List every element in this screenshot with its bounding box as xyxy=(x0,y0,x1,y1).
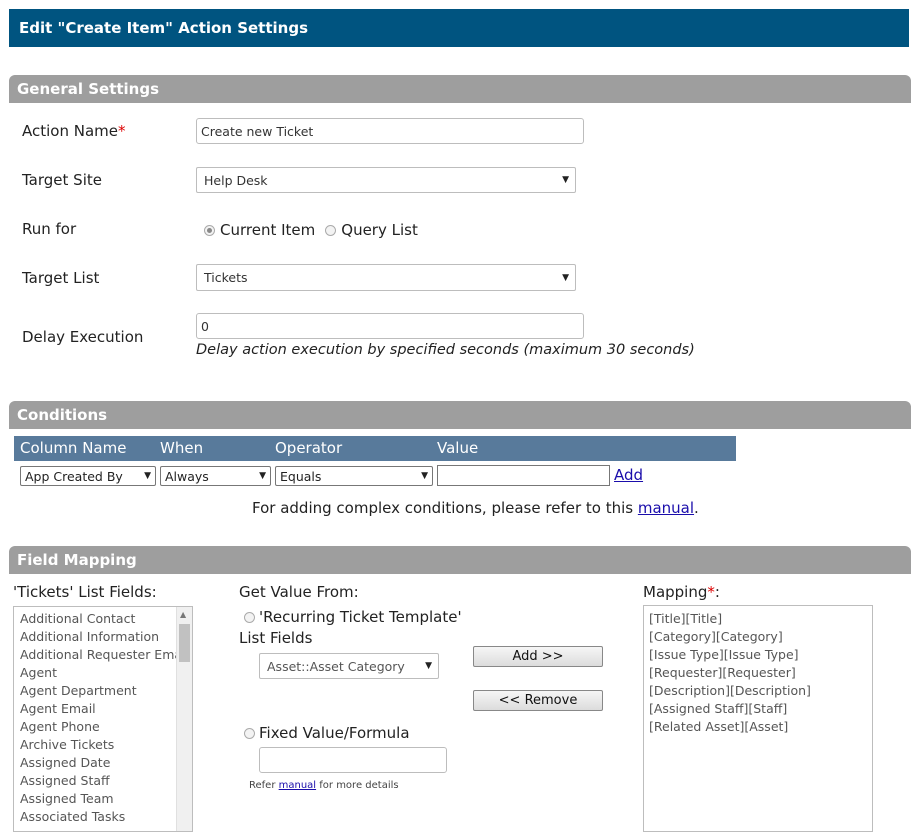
condition-operator-value: Equals xyxy=(280,468,322,484)
refer-manual-link[interactable]: manual xyxy=(279,780,316,791)
list-field-item[interactable]: Agent Phone xyxy=(14,718,177,736)
remove-mapping-button[interactable]: << Remove xyxy=(473,690,603,711)
conditions-manual-link[interactable]: manual xyxy=(638,499,694,517)
fixed-value-input[interactable] xyxy=(259,747,447,773)
run-for-query-list-radio[interactable] xyxy=(325,224,337,236)
scroll-thumb[interactable] xyxy=(179,624,190,662)
delay-execution-hint: Delay action execution by specified seco… xyxy=(196,342,695,358)
source-field-value: Asset::Asset Category xyxy=(267,658,405,674)
get-value-from-label: Get Value From: xyxy=(239,583,359,601)
run-for-current-item-label: Current Item xyxy=(220,221,316,239)
mapping-item[interactable]: [Related Asset][Asset] xyxy=(644,718,872,736)
list-field-item[interactable]: Additional Contact xyxy=(14,610,177,628)
source-list-fields-radio[interactable] xyxy=(244,611,255,623)
scroll-up-icon[interactable]: ▲ xyxy=(180,610,186,619)
mapping-item[interactable]: [Title][Title] xyxy=(644,610,872,628)
chevron-down-icon: ▼ xyxy=(421,471,428,481)
value-header: Value xyxy=(437,439,479,457)
list-field-item[interactable]: Agent Email xyxy=(14,700,177,718)
condition-column-select[interactable]: App Created By ▼ xyxy=(20,466,156,486)
chevron-down-icon: ▼ xyxy=(144,471,151,481)
list-fields-label: 'Tickets' List Fields: xyxy=(13,583,157,601)
run-for-current-item-radio[interactable] xyxy=(204,224,215,236)
list-fields-listbox[interactable]: Additional Contact Additional Information… xyxy=(13,606,193,832)
mapping-listbox[interactable]: [Title][Title] [Category][Category] [Issue… xyxy=(643,605,873,832)
list-fields-scrollbar[interactable]: ▲ xyxy=(176,607,192,831)
condition-operator-select[interactable]: Equals ▼ xyxy=(275,466,433,486)
mapping-item[interactable]: [Category][Category] xyxy=(644,628,872,646)
mapping-item[interactable]: [Assigned Staff][Staff] xyxy=(644,700,872,718)
operator-header: Operator xyxy=(275,439,343,457)
target-list-label: Target List xyxy=(22,269,100,287)
mapping-item[interactable]: [Issue Type][Issue Type] xyxy=(644,646,872,664)
list-field-item[interactable]: Agent Department xyxy=(14,682,177,700)
target-list-select[interactable]: Tickets ▼ xyxy=(196,264,576,291)
condition-when-value: Always xyxy=(165,468,209,484)
source-list-fields-label: 'Recurring Ticket Template' xyxy=(259,608,462,626)
conditions-note-suffix: . xyxy=(694,499,699,517)
conditions-note-text: For adding complex conditions, please re… xyxy=(252,499,634,517)
source-fixed-value-option: Fixed Value/Formula xyxy=(244,724,410,742)
required-mark: * xyxy=(118,122,126,140)
list-field-item[interactable]: Assigned Date xyxy=(14,754,177,772)
chevron-down-icon: ▼ xyxy=(425,661,432,671)
general-settings-header: General Settings xyxy=(9,75,911,103)
run-for-options: Current Item Query List xyxy=(204,221,418,239)
source-field-select[interactable]: Asset::Asset Category ▼ xyxy=(259,653,439,679)
conditions-table-header: Column Name When Operator Value xyxy=(14,436,736,461)
list-field-item[interactable]: Associated Tasks xyxy=(14,808,177,826)
list-field-item[interactable]: Additional Requester Email xyxy=(14,646,177,664)
mapping-item[interactable]: [Description][Description] xyxy=(644,682,872,700)
target-site-label: Target Site xyxy=(22,171,102,189)
conditions-header: Conditions xyxy=(9,401,911,429)
target-site-select[interactable]: Help Desk ▼ xyxy=(196,167,576,193)
conditions-note: For adding complex conditions, please re… xyxy=(252,499,699,517)
source-fixed-value-radio[interactable] xyxy=(244,727,255,739)
when-header: When xyxy=(160,439,204,457)
chevron-down-icon: ▼ xyxy=(259,471,266,481)
source-list-fields-option: 'Recurring Ticket Template' xyxy=(244,608,462,626)
mapping-label: Mapping*: xyxy=(643,583,720,601)
condition-column-value: App Created By xyxy=(25,468,123,484)
list-field-item[interactable]: Assigned Team xyxy=(14,790,177,808)
action-name-label: Action Name* xyxy=(22,122,126,140)
required-mark: * xyxy=(707,583,715,601)
run-for-label: Run for xyxy=(22,220,77,238)
add-condition-link[interactable]: Add xyxy=(614,466,643,484)
mapping-item[interactable]: [Requester][Requester] xyxy=(644,664,872,682)
run-for-query-list-label: Query List xyxy=(341,221,418,239)
delay-execution-label: Delay Execution xyxy=(22,328,144,346)
condition-when-select[interactable]: Always ▼ xyxy=(160,466,271,486)
chevron-down-icon: ▼ xyxy=(562,272,569,283)
target-site-value: Help Desk xyxy=(204,172,268,188)
list-field-item[interactable]: Archive Tickets xyxy=(14,736,177,754)
condition-value-input[interactable] xyxy=(437,465,610,486)
field-mapping-header: Field Mapping xyxy=(9,546,911,574)
delay-execution-input[interactable]: 0 xyxy=(196,313,584,339)
column-name-header: Column Name xyxy=(20,439,127,457)
refer-suffix: for more details xyxy=(319,780,399,791)
list-field-item[interactable]: Assigned Staff xyxy=(14,772,177,790)
refer-text: Refer xyxy=(249,780,276,791)
action-name-input[interactable]: Create new Ticket xyxy=(196,118,584,144)
target-list-value: Tickets xyxy=(204,270,248,285)
refer-manual-note: Refer manual for more details xyxy=(249,780,399,791)
chevron-down-icon: ▼ xyxy=(562,175,569,185)
dialog-title: Edit "Create Item" Action Settings xyxy=(9,9,909,47)
list-field-item[interactable]: Additional Information xyxy=(14,628,177,646)
add-mapping-button[interactable]: Add >> xyxy=(473,646,603,667)
source-list-fields-label-2: List Fields xyxy=(239,629,313,647)
list-field-item[interactable]: Agent xyxy=(14,664,177,682)
source-fixed-value-label: Fixed Value/Formula xyxy=(259,724,410,742)
